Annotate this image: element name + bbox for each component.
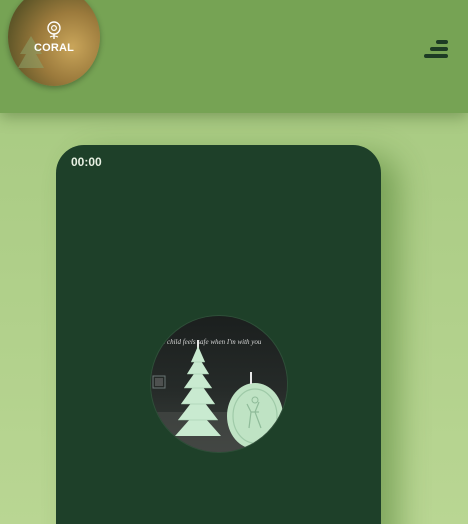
brand-name: CORAL	[33, 42, 75, 54]
menu-button[interactable]	[420, 36, 452, 62]
candles-image	[151, 340, 287, 452]
tree-icon	[18, 36, 44, 68]
site-header: CORAL	[0, 0, 468, 113]
video-thumbnail[interactable]: ce child feels safe when I'm with you	[151, 316, 287, 452]
brand-logo[interactable]: CORAL	[8, 0, 100, 86]
video-player[interactable]: 00:00 ce child feels safe when I'm with …	[56, 145, 381, 524]
coral-mark-icon	[47, 21, 61, 39]
elapsed-time: 00:00	[71, 155, 102, 169]
